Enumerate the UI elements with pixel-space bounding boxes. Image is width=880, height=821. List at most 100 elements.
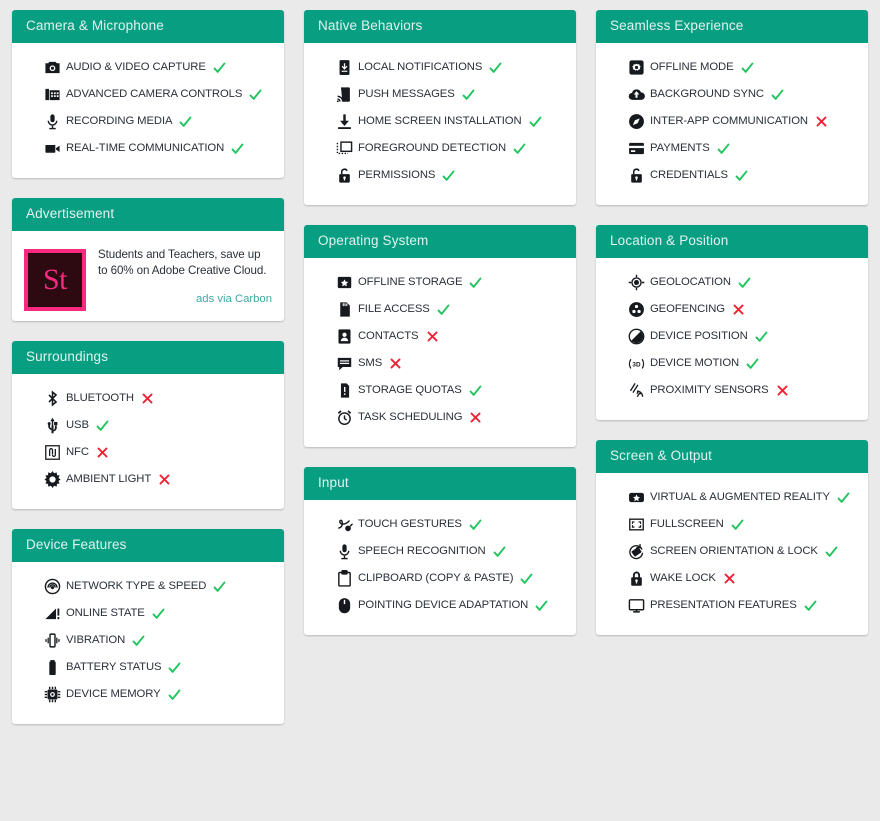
feature-row[interactable]: NETWORK TYPE & SPEED (22, 573, 274, 600)
feature-row[interactable]: VIBRATION (22, 627, 274, 654)
card-header: Surroundings (12, 341, 284, 374)
feature-label: CREDENTIALS (650, 169, 728, 181)
feature-row[interactable]: NFC (22, 439, 274, 466)
alarm-clock-icon (336, 409, 353, 426)
adobe-stock-logo[interactable]: St (24, 249, 86, 311)
feature-row[interactable]: BLUETOOTH (22, 385, 274, 412)
card-body: TOUCH GESTURES SPEECH RECOGNITION CLIPBOAR… (304, 500, 576, 635)
feature-row[interactable]: POINTING DEVICE ADAPTATION (314, 592, 566, 619)
feature-label: ONLINE STATE (66, 607, 145, 619)
feature-row[interactable]: REAL-TIME COMMUNICATION (22, 135, 274, 162)
supported-check-icon (754, 329, 769, 344)
feature-row[interactable]: DEVICE MEMORY (22, 681, 274, 708)
feature-row[interactable]: CREDENTIALS (606, 162, 858, 189)
feature-row[interactable]: FOREGROUND DETECTION (314, 135, 566, 162)
supported-check-icon (740, 60, 755, 75)
feature-row[interactable]: VIRTUAL & AUGMENTED REALITY (606, 484, 858, 511)
card-body: OFFLINE STORAGE FILE ACCESS CONTACTS SMS STO… (304, 258, 576, 447)
feature-row[interactable]: TASK SCHEDULING (314, 404, 566, 431)
supported-check-icon (461, 87, 476, 102)
feature-row[interactable]: GEOLOCATION (606, 269, 858, 296)
feature-row[interactable]: PERMISSIONS (314, 162, 566, 189)
video-camera-icon (44, 140, 61, 157)
feature-label: PROXIMITY SENSORS (650, 384, 769, 396)
card-device-features: Device Features NETWORK TYPE & SPEED ONLIN… (12, 529, 284, 724)
card-body: VIRTUAL & AUGMENTED REALITY FULLSCREEN SCR… (596, 473, 868, 635)
feature-row[interactable]: OFFLINE STORAGE (314, 269, 566, 296)
card-header: Advertisement (12, 198, 284, 231)
feature-row[interactable]: WAKE LOCK (606, 565, 858, 592)
feature-row[interactable]: DEVICE POSITION (606, 323, 858, 350)
feature-row[interactable]: BACKGROUND SYNC (606, 81, 858, 108)
feature-row[interactable]: BATTERY STATUS (22, 654, 274, 681)
card-body: NETWORK TYPE & SPEED ONLINE STATE VIBRATIO… (12, 562, 284, 724)
unsupported-cross-icon (157, 472, 172, 487)
supported-check-icon (230, 141, 245, 156)
device-position-icon (628, 328, 645, 345)
feature-row[interactable]: CLIPBOARD (COPY & PASTE) (314, 565, 566, 592)
feature-row[interactable]: ADVANCED CAMERA CONTROLS (22, 81, 274, 108)
feature-row[interactable]: LOCAL NOTIFICATIONS (314, 54, 566, 81)
feature-label: SMS (358, 357, 383, 369)
feature-row[interactable]: ONLINE STATE (22, 600, 274, 627)
adobe-stock-logo-text: St (42, 263, 68, 296)
supported-check-icon (468, 275, 483, 290)
device-motion-icon: 3D (628, 355, 645, 372)
feature-row[interactable]: SCREEN ORIENTATION & LOCK (606, 538, 858, 565)
supported-check-icon (734, 168, 749, 183)
feature-row[interactable]: TOUCH GESTURES (314, 511, 566, 538)
feature-row[interactable]: PRESENTATION FEATURES (606, 592, 858, 619)
card-body: BLUETOOTH USB NFC AMBIENT LIGHT (12, 374, 284, 509)
supported-check-icon (716, 141, 731, 156)
feature-row[interactable]: SMS (314, 350, 566, 377)
unsupported-cross-icon (775, 383, 790, 398)
supported-check-icon (534, 598, 549, 613)
card-advertisement: Advertisement St Students and Teachers, sa… (12, 198, 284, 321)
card-location-position: Location & Position GEOLOCATION GEOFENCING… (596, 225, 868, 420)
feature-row[interactable]: 3D DEVICE MOTION (606, 350, 858, 377)
supported-check-icon (730, 517, 745, 532)
feature-row[interactable]: RECORDING MEDIA (22, 108, 274, 135)
feature-row[interactable]: PROXIMITY SENSORS (606, 377, 858, 404)
feature-row[interactable]: AMBIENT LIGHT (22, 466, 274, 493)
online-state-icon (44, 605, 61, 622)
unsupported-cross-icon (140, 391, 155, 406)
feature-label: REAL-TIME COMMUNICATION (66, 142, 225, 154)
feature-label: CLIPBOARD (COPY & PASTE) (358, 572, 514, 584)
column-3: Seamless Experience OFFLINE MODE BACKGROUN… (596, 10, 868, 635)
feature-row[interactable]: USB (22, 412, 274, 439)
feature-label: FULLSCREEN (650, 518, 724, 530)
storage-quota-icon (336, 382, 353, 399)
microphone-icon (44, 113, 61, 130)
feature-row[interactable]: STORAGE QUOTAS (314, 377, 566, 404)
ambient-light-icon (44, 471, 61, 488)
svg-text:3D: 3D (632, 361, 641, 368)
feature-row[interactable]: FILE ACCESS (314, 296, 566, 323)
feature-label: PERMISSIONS (358, 169, 436, 181)
feature-row[interactable]: INTER-APP COMMUNICATION (606, 108, 858, 135)
feature-label: GEOFENCING (650, 303, 725, 315)
card-header: Native Behaviors (304, 10, 576, 43)
feature-row[interactable]: GEOFENCING (606, 296, 858, 323)
card-header: Operating System (304, 225, 576, 258)
card-body: LOCAL NOTIFICATIONS PUSH MESSAGES HOME SCR… (304, 43, 576, 205)
ads-via-carbon-link[interactable]: ads via Carbon (98, 293, 272, 305)
feature-row[interactable]: AUDIO & VIDEO CAPTURE (22, 54, 274, 81)
vr-ar-icon (628, 489, 645, 506)
card-body: OFFLINE MODE BACKGROUND SYNC INTER-APP COM… (596, 43, 868, 205)
feature-label: VIRTUAL & AUGMENTED REALITY (650, 491, 830, 503)
feature-row[interactable]: HOME SCREEN INSTALLATION (314, 108, 566, 135)
feature-row[interactable]: FULLSCREEN (606, 511, 858, 538)
geolocation-icon (628, 274, 645, 291)
feature-row[interactable]: SPEECH RECOGNITION (314, 538, 566, 565)
card-header: Screen & Output (596, 440, 868, 473)
card-operating-system: Operating System OFFLINE STORAGE FILE ACCE… (304, 225, 576, 447)
screen-rotation-icon (628, 543, 645, 560)
feature-row[interactable]: PAYMENTS (606, 135, 858, 162)
unsupported-cross-icon (425, 329, 440, 344)
feature-row[interactable]: CONTACTS (314, 323, 566, 350)
feature-label: STORAGE QUOTAS (358, 384, 462, 396)
feature-label: VIBRATION (66, 634, 126, 646)
feature-row[interactable]: OFFLINE MODE (606, 54, 858, 81)
feature-row[interactable]: PUSH MESSAGES (314, 81, 566, 108)
